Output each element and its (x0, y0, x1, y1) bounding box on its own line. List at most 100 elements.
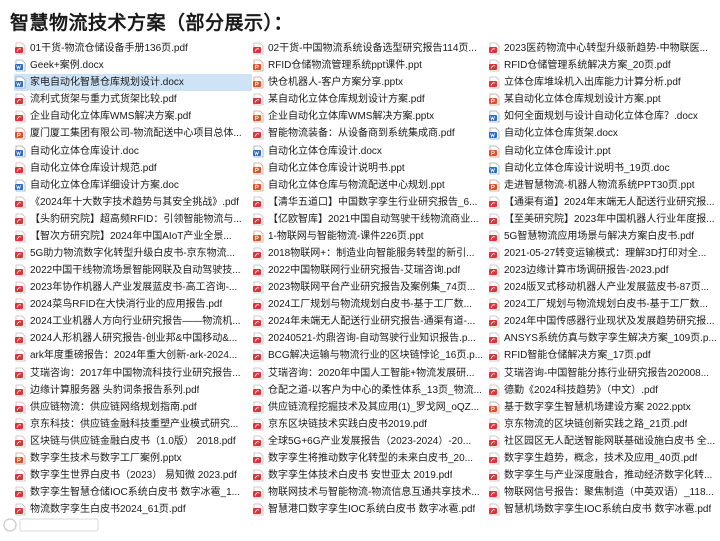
file-item[interactable]: 【亿欧智库】2021中国自动驾驶干线物流商业... (252, 211, 488, 228)
file-item[interactable]: 5G助力物流数字化转型升级白皮书-京东物流... (14, 245, 252, 262)
file-item[interactable]: 2024工厂规划与物流规划白皮书-基于工厂数... (252, 296, 488, 313)
file-item[interactable]: 自动化立体仓库设计.doc (14, 142, 252, 159)
file-item[interactable]: RFID智能仓储解决方案_17页.pdf (488, 347, 716, 364)
file-item[interactable]: 《2024年十大数字技术趋势与其安全挑战》.pdf (14, 194, 252, 211)
file-item[interactable]: 【清华五道口】中国数字孪生行业研究报告_6... (252, 194, 488, 211)
file-item[interactable]: Geek+案例.docx (14, 57, 252, 74)
file-item[interactable]: 如何全面规划与设计自动化立体仓库？.docx (488, 108, 716, 125)
file-item[interactable]: 2024版叉式移动机器人产业发展蓝皮书-87页... (488, 279, 716, 296)
file-item[interactable]: 物联网技术与智能物流-物流信息互通共享技术... (252, 484, 488, 501)
file-item[interactable]: 边缘计算服务器 头豹词条报告系列.pdf (14, 382, 252, 399)
file-item[interactable]: 数字孪生技术与数字工厂案例.pptx (14, 450, 252, 467)
pdf-file-icon (488, 59, 501, 72)
file-item[interactable]: 企业自动化立体库WMS解决方案.pptx (252, 108, 488, 125)
file-item[interactable]: 企业自动化立体库WMS解决方案.pdf (14, 108, 252, 125)
file-item[interactable]: 2024人形机器人研究报告-创业邦&中国移动&... (14, 330, 252, 347)
file-item[interactable]: 京东区块链技术实践白皮书2019.pdf (252, 416, 488, 433)
file-item[interactable]: 艾瑞咨询：2020年中国人工智能+物流发展研... (252, 364, 488, 381)
file-item[interactable]: 社区园区无人配送智能网联基础设施白皮书 全... (488, 433, 716, 450)
file-item[interactable]: 快仓机器人-客户方案分享.pptx (252, 74, 488, 91)
file-item[interactable]: 2022中国干线物流场景智能网联及自动驾驶技... (14, 262, 252, 279)
file-item[interactable]: 智能物流装备：从设备商到系统集成商.pdf (252, 125, 488, 142)
file-item[interactable]: ark年度重磅报告：2024年重大创新-ark-2024... (14, 347, 252, 364)
file-item[interactable]: 数字孪生趋势，概念，技术及应用_40页.pdf (488, 450, 716, 467)
file-item[interactable]: 2023边缘计算市场调研报告-2023.pdf (488, 262, 716, 279)
file-item[interactable]: 数字孪生将推动数字化转型的未来白皮书_20... (252, 450, 488, 467)
file-item[interactable]: 艾瑞咨询：2017年中国物流科技行业研究报告... (14, 364, 252, 381)
file-item[interactable]: RFID仓储管理系统解决方案_20页.pdf (488, 57, 716, 74)
file-item[interactable]: 智慧机场数字孪生IOC系统白皮书 数字冰雹.pdf (488, 501, 716, 518)
file-item[interactable]: 2024工厂规划与物流规划白皮书-基于工厂数... (488, 296, 716, 313)
file-name: 《2024年十大数字技术趋势与其安全挑战》.pdf (30, 196, 239, 208)
file-item[interactable]: 1-物联网与智能物流-课件226页.ppt (252, 228, 488, 245)
file-item[interactable]: 立体仓库堆垛机入出库能力计算分析.pdf (488, 74, 716, 91)
pdf-file-icon (488, 486, 501, 499)
file-item[interactable]: 【至美研究院】2023年中国机器人行业年度报... (488, 211, 716, 228)
file-item[interactable]: 京东科技：供应链金融科技重塑产业模式研究... (14, 416, 252, 433)
file-item[interactable]: 数字孪生与产业深度融合，推动经济数字化转... (488, 467, 716, 484)
file-name: 物联网信号报告：聚焦制造（中英双语）_118... (504, 487, 714, 499)
file-item[interactable]: 自动化立体仓库详细设计方案.doc (14, 177, 252, 194)
file-item[interactable]: 自动化立体仓库设计.ppt (488, 142, 716, 159)
file-name: 边缘计算服务器 头豹词条报告系列.pdf (30, 384, 200, 396)
file-item[interactable]: 全球5G+6G产业发展报告（2023-2024）-20... (252, 433, 488, 450)
file-name: 供应链流程挖掘技术及其应用(1)_罗戈网_oQZ... (268, 401, 480, 413)
file-item[interactable]: 家电自动化智慧仓库规划设计.docx (14, 74, 252, 92)
pdf-file-icon (14, 230, 27, 243)
file-item[interactable]: 2023医药物流中心转型升级新趋势-中物联医... (488, 40, 716, 57)
pdf-file-icon (488, 76, 501, 89)
file-item[interactable]: 仓配之道-以客户为中心的柔性体系_13页_物流... (252, 382, 488, 399)
file-item[interactable]: 流利式货架与重力式货架比较.pdf (14, 91, 252, 108)
file-item[interactable]: 某自动化立体仓库规划设计方案.pdf (252, 91, 488, 108)
file-item[interactable]: 01干货-物流仓储设备手册136页.pdf (14, 40, 252, 57)
file-item[interactable]: 5G智慧物流应用场景与解决方案白皮书.pdf (488, 228, 716, 245)
file-item[interactable]: 自动化立体仓库设计规范.pdf (14, 160, 252, 177)
file-item[interactable]: 2024年中国传感器行业现状及发展趋势研究报... (488, 313, 716, 330)
file-item[interactable]: 02干货-中国物流系统设备选型研究报告114页... (252, 40, 488, 57)
file-item[interactable]: 自动化立体仓库设计说明书_19页.doc (488, 160, 716, 177)
file-name: 德勤《2024科技趋势》（中文）.pdf (504, 384, 658, 396)
file-item[interactable]: 20240521-灼鼎咨询-自动驾驶行业知识报告.p... (252, 330, 488, 347)
file-item[interactable]: 2023物联网平台产业研究报告及案例集_74页... (252, 279, 488, 296)
file-item[interactable]: RFID仓储物流管理系统ppt课件.ppt (252, 57, 488, 74)
pdf-file-icon (252, 452, 265, 465)
file-item[interactable]: 某自动化立体仓库规划设计方案.ppt (488, 91, 716, 108)
file-item[interactable]: 智慧港口数字孪生IOC系统白皮书 数字冰雹.pdf (252, 501, 488, 518)
file-item[interactable]: BCG解决运输与物流行业的区块链悖论_16页.p... (252, 347, 488, 364)
pdf-file-icon (14, 435, 27, 448)
pdf-file-icon (488, 435, 501, 448)
file-name: 企业自动化立体库WMS解决方案.pptx (268, 111, 435, 123)
file-name: 数字孪生与产业深度融合，推动经济数字化转... (504, 469, 713, 481)
file-item[interactable]: 2024年未端无人配送行业研究报告-通渠有道-... (252, 313, 488, 330)
file-item[interactable]: 基于数字孪生智慧机场建设方案 2022.pptx (488, 399, 716, 416)
file-item[interactable]: 自动化立体仓库设计说明书.ppt (252, 160, 488, 177)
file-item[interactable]: 2018物联网+：制造业向智能服务转型的新引... (252, 245, 488, 262)
file-item[interactable]: 数字孪生智慧仓储IOC系统白皮书 数字冰雹_1... (14, 484, 252, 501)
file-item[interactable]: 京东物流的区块链创新实践之路_21页.pdf (488, 416, 716, 433)
file-item[interactable]: 2022中国物联网行业研究报告-艾瑞咨询.pdf (252, 262, 488, 279)
file-item[interactable]: 自动化立体仓库设计.docx (252, 142, 488, 159)
file-item[interactable]: 2021-05-27转变运输模式：理解3D打印对全... (488, 245, 716, 262)
file-item[interactable]: 厦门厦工集团有限公司-物流配送中心项目总体... (14, 125, 252, 142)
file-item[interactable]: 自动化立体仓库货架.docx (488, 125, 716, 142)
file-item[interactable]: 2023年协作机器人产业发展蓝皮书-高工咨询-... (14, 279, 252, 296)
powerpoint-file-icon (488, 179, 501, 192)
file-item[interactable]: 供应链物流：供应链网络规划指南.pdf (14, 399, 252, 416)
file-item[interactable]: 物联网信号报告：聚焦制造（中英双语）_118... (488, 484, 716, 501)
file-item[interactable]: 2024菜鸟RFID在大快消行业的应用报告.pdf (14, 296, 252, 313)
file-item[interactable]: 【智次方研究院】2024年中国AIoT产业全景... (14, 228, 252, 245)
file-item[interactable]: 走进智慧物流-机器人物流系统PPT30页.ppt (488, 177, 716, 194)
file-item[interactable]: 数字孪生体技术白皮书 安世亚太 2019.pdf (252, 467, 488, 484)
file-item[interactable]: 德勤《2024科技趋势》（中文）.pdf (488, 382, 716, 399)
file-item[interactable]: ANSYS系统仿真与数字孪生解决方案_109页.p... (488, 330, 716, 347)
file-item[interactable]: 艾瑞咨询-中国智能分拣行业研究报告202008... (488, 364, 716, 381)
file-item[interactable]: 数字孪生世界白皮书（2023） 易知微 2023.pdf (14, 467, 252, 484)
pdf-file-icon (14, 469, 27, 482)
file-item[interactable]: 【头豹研究院】超高频RFID：引领智能物流与... (14, 211, 252, 228)
file-item[interactable]: 2024工业机器人方向行业研究报告——物流机... (14, 313, 252, 330)
file-item[interactable]: 区块链与供应链金融白皮书（1.0版） 2018.pdf (14, 433, 252, 450)
powerpoint-file-icon (488, 145, 501, 158)
file-item[interactable]: 【通渠有道】2024年末端无人配送行业研究报... (488, 194, 716, 211)
file-item[interactable]: 供应链流程挖掘技术及其应用(1)_罗戈网_oQZ... (252, 399, 488, 416)
file-item[interactable]: 自动化立体仓库与物流配送中心规划.ppt (252, 177, 488, 194)
